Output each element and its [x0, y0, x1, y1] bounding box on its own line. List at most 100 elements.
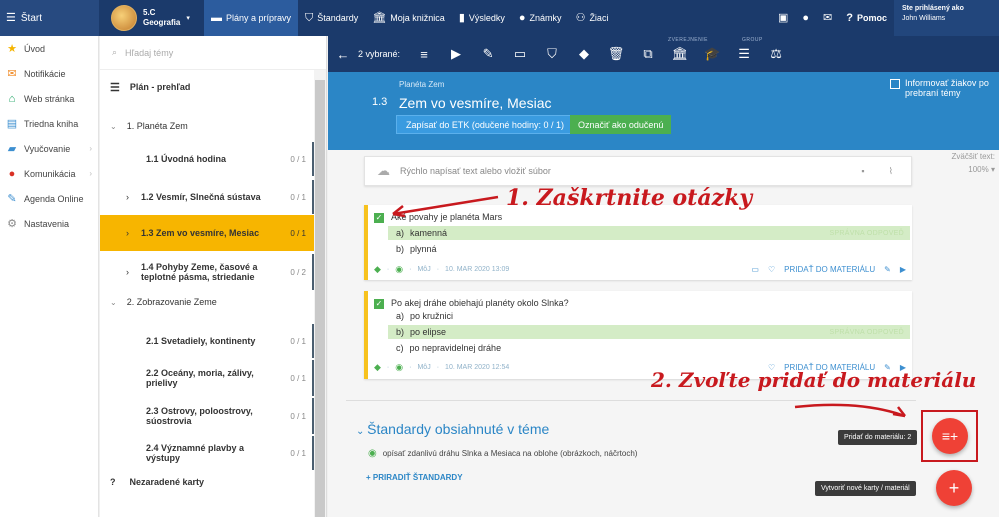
tag-button[interactable]: ◆	[568, 46, 600, 62]
nav-students[interactable]: ⚇ Žiaci	[569, 0, 616, 36]
sidebar-item-label: Úvod	[24, 43, 46, 54]
lesson-2-3[interactable]: 2.3 Ostrovy, poloostrovy, súostrovia 0 /…	[100, 398, 315, 434]
sidebar-item-website[interactable]: ⌂ Web stránka	[0, 86, 98, 111]
tag-icon[interactable]: ◆	[374, 362, 381, 373]
screen-button[interactable]: ▣	[771, 0, 795, 36]
topic-scrollbar[interactable]	[314, 70, 326, 517]
zoom-control[interactable]: Zväčšiť text: 100% ▾	[935, 150, 995, 176]
lesson-2-1[interactable]: 2.1 Svetadiely, kontinenty 0 / 1	[100, 324, 315, 358]
start-menu-button[interactable]: ☰ Štart	[0, 0, 99, 36]
standards-title[interactable]: ⌄ Štandardy obsiahnuté v téme	[356, 421, 549, 437]
mail-button[interactable]: ✉	[816, 0, 839, 36]
checkbox[interactable]	[890, 79, 900, 89]
chat-button[interactable]: ●	[795, 0, 816, 36]
sidebar-item-settings[interactable]: ⚙ Nastavenia	[0, 211, 98, 236]
back-button[interactable]: ←	[328, 47, 358, 62]
publish-class-button[interactable]: 🎓	[696, 46, 728, 62]
mark-taught-button[interactable]: Označiť ako odučenú	[570, 115, 672, 134]
globe-icon[interactable]: ◉	[395, 362, 403, 373]
nav-results[interactable]: ▮ Výsledky	[452, 0, 512, 36]
lesson-2-4[interactable]: 2.4 Významné plavby a výstupy 0 / 1	[100, 436, 315, 470]
class-selector[interactable]: 5.C Geografia ▾	[99, 5, 204, 31]
delete-button[interactable]: 🗑	[600, 46, 632, 62]
nav-library[interactable]: 🏛 Moja knižnica	[365, 0, 452, 36]
lesson-1-4[interactable]: › 1.4 Pohyby Zeme, časové a teplotné pás…	[100, 254, 315, 290]
chevron-right-icon: ›	[126, 228, 129, 238]
answer-option: b) plynná	[388, 242, 910, 256]
chapter-1[interactable]: ⌄ 1. Planéta Zem	[100, 116, 315, 136]
quick-input[interactable]: ☁ Rýchlo napísať text alebo vložiť súbor…	[364, 156, 912, 186]
chevron-down-icon: ⌄	[110, 297, 117, 307]
chapter-2-label: 2. Zobrazovanie Zeme	[126, 297, 217, 307]
bar-chart-icon: ▮	[458, 11, 465, 24]
create-new-fab[interactable]: +	[936, 470, 972, 506]
tag-icon[interactable]: ◆	[374, 264, 381, 275]
sidebar-item-agenda[interactable]: ✎ Agenda Online	[0, 186, 98, 211]
image-icon[interactable]: ▪	[861, 166, 864, 176]
lesson-title: 2.4 Významné plavby a výstupy	[146, 443, 245, 463]
sidebar-item-communication[interactable]: ● Komunikácia ›	[0, 161, 98, 186]
sidebar-item-teaching[interactable]: ▰ Vyučovanie ›	[0, 136, 98, 161]
sidebar-item-notifications[interactable]: ✉ Notifikácie	[0, 61, 98, 86]
question-card[interactable]: ✓ Aké povahy je planéta Mars a) kamenná …	[364, 205, 912, 280]
globe-icon: ◉	[368, 448, 377, 459]
sidebar-item-label: Agenda Online	[24, 193, 84, 204]
card-checkbox[interactable]: ✓	[374, 299, 384, 309]
lesson-count: 0 / 1	[290, 373, 306, 383]
write-etk-button[interactable]: Zapísať do ETK (odučené hodiny: 0 / 1)	[396, 115, 574, 134]
zoom-value: 100%	[968, 165, 989, 174]
nav-standards[interactable]: ⛉ Štandardy	[298, 0, 365, 36]
sidebar: ★ Úvod ✉ Notifikácie ⌂ Web stránka ▤ Triedna…	[0, 36, 99, 517]
scrollbar-thumb[interactable]	[315, 80, 325, 517]
chapter-2[interactable]: ⌄ 2. Zobrazovanie Zeme	[100, 292, 315, 312]
chevron-right-icon: ›	[89, 144, 92, 153]
group-stack-button[interactable]: GROUP ☰	[728, 37, 762, 62]
lesson-2-2[interactable]: 2.2 Oceány, moria, zálivy, prielivy 0 / …	[100, 360, 315, 396]
shield-button[interactable]: ⛉	[536, 46, 568, 62]
lesson-1-1[interactable]: 1.1 Úvodná hodina 0 / 1	[100, 142, 315, 176]
students-icon: ⚇	[575, 11, 586, 24]
pencil-icon[interactable]: ✎	[884, 265, 891, 274]
group-public-label: ZVEREJNENIE	[668, 37, 708, 43]
lesson-title: 2.1 Svetadiely, kontinenty	[146, 336, 256, 346]
publish-library-button[interactable]: ZVEREJNENIE 🏛	[664, 37, 707, 62]
lesson-title: 2.2 Oceány, moria, zálivy, prielivy	[146, 368, 254, 388]
help-button[interactable]: ? Pomoc	[839, 0, 894, 36]
user-info[interactable]: Ste prihlásený ako John Williams	[894, 0, 999, 36]
book-icon: ▬	[211, 11, 222, 24]
add-to-material-link[interactable]: PRIDAŤ DO MATERIÁLU	[784, 265, 875, 274]
globe-icon[interactable]: ◉	[395, 264, 403, 275]
plan-overview[interactable]: ☰ Plán - prehľad	[100, 76, 315, 98]
question-card[interactable]: ✓ Po akej dráhe obiehajú planéty okolo S…	[364, 291, 912, 379]
nav-plans[interactable]: ▬ Plány a prípravy	[204, 0, 299, 36]
attachment-icon[interactable]: ⌇	[889, 166, 893, 177]
lesson-count: 0 / 1	[290, 154, 306, 164]
question-icon: ?	[846, 11, 853, 24]
inform-students-checkbox[interactable]: Informovať žiakov po prebraní témy	[890, 78, 999, 98]
balance-button[interactable]: ⚖	[760, 46, 792, 62]
lesson-1-2[interactable]: › 1.2 Vesmír, Slnečná sústava 0 / 1	[100, 180, 315, 214]
correct-answer-label: SPRÁVNA ODPOVEĎ	[829, 328, 904, 336]
add-to-list-button[interactable]: ≡	[408, 47, 440, 62]
add-to-material-fab[interactable]: ≡+	[932, 418, 968, 454]
sidebar-item-intro[interactable]: ★ Úvod	[0, 36, 98, 61]
play-button[interactable]: ▶	[440, 46, 472, 62]
option-letter: a)	[396, 311, 405, 321]
copy-button[interactable]: ⧉	[632, 46, 664, 62]
chevron-down-icon: ⌄	[110, 121, 117, 131]
nav-plans-label: Plány a prípravy	[226, 13, 292, 23]
assign-standards-button[interactable]: + PRIRADIŤ ŠTANDARDY	[366, 473, 463, 482]
topic-search[interactable]: ⌕ Hľadaj témy	[100, 36, 326, 70]
unsorted-cards[interactable]: ? Nezaradené karty	[100, 472, 315, 492]
home-icon: ⌂	[8, 92, 16, 105]
edit-button[interactable]: ✎	[472, 46, 504, 62]
cast-icon[interactable]: ▭	[751, 265, 759, 274]
nav-grades[interactable]: ● Známky	[512, 0, 569, 36]
card-checkbox[interactable]: ✓	[374, 213, 384, 223]
like-icon[interactable]: ♡	[768, 265, 775, 274]
play-icon[interactable]: ▶	[900, 265, 906, 274]
chevron-down-icon: ⌄	[356, 426, 368, 437]
cast-button[interactable]: ▭	[504, 46, 536, 62]
sidebar-item-classbook[interactable]: ▤ Triedna kniha	[0, 111, 98, 136]
lesson-1-3[interactable]: › 1.3 Zem vo vesmíre, Mesiac 0 / 1	[100, 215, 315, 251]
